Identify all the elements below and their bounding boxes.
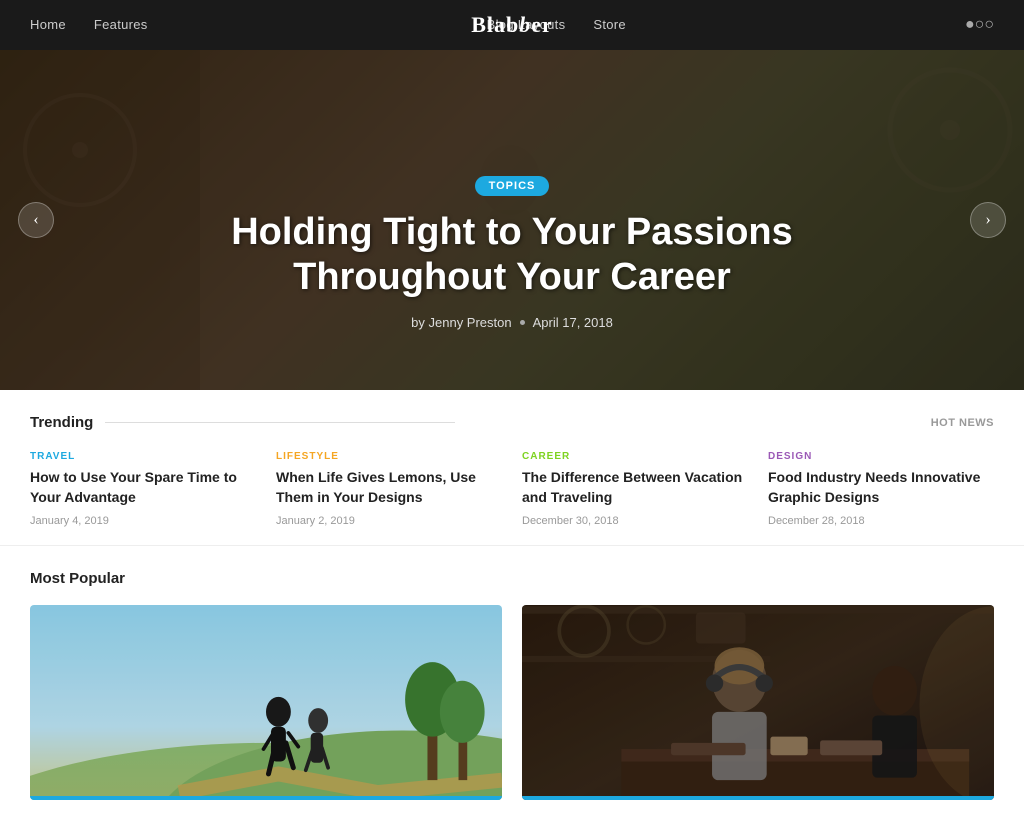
trending-item: LIFESTYLE When Life Gives Lemons, Use Th… <box>276 451 502 527</box>
card-indicator <box>30 796 502 800</box>
hot-news-label: HOT NEWS <box>931 417 994 429</box>
nav-item-store[interactable]: Store <box>593 16 626 34</box>
nav-links: Home Features <box>30 16 148 34</box>
hero-section: ‹ › TOPICS Holding Tight to Your Passion… <box>0 50 1024 390</box>
trending-category: LIFESTYLE <box>276 451 502 462</box>
site-logo[interactable]: Blabber <box>471 12 553 38</box>
popular-card[interactable] <box>30 605 502 800</box>
hero-meta-separator <box>520 320 525 325</box>
trending-item: CAREER The Difference Between Vacation a… <box>522 451 748 527</box>
hero-content: TOPICS Holding Tight to Your Passions Th… <box>0 176 1024 330</box>
trending-category: TRAVEL <box>30 451 256 462</box>
trending-header: Trending HOT NEWS <box>30 414 994 431</box>
trending-item: TRAVEL How to Use Your Spare Time to You… <box>30 451 256 527</box>
trending-item-title[interactable]: How to Use Your Spare Time to Your Advan… <box>30 468 256 507</box>
trending-item-title[interactable]: The Difference Between Vacation and Trav… <box>522 468 748 507</box>
trending-category: DESIGN <box>768 451 994 462</box>
trending-title: Trending <box>30 414 455 431</box>
trending-item-title[interactable]: When Life Gives Lemons, Use Them in Your… <box>276 468 502 507</box>
nav-search-area: ●○○ <box>965 16 994 34</box>
trending-item-date: January 4, 2019 <box>30 515 256 527</box>
most-popular-grid <box>30 605 994 800</box>
trending-section: Trending HOT NEWS TRAVEL How to Use Your… <box>0 390 1024 546</box>
hero-meta: by Jenny Preston April 17, 2018 <box>0 315 1024 330</box>
trending-item-title[interactable]: Food Industry Needs Innovative Graphic D… <box>768 468 994 507</box>
popular-card[interactable] <box>522 605 994 800</box>
hero-category-badge: TOPICS <box>475 176 550 196</box>
hero-author: by Jenny Preston <box>411 315 511 330</box>
card-indicator <box>522 796 994 800</box>
trending-item: DESIGN Food Industry Needs Innovative Gr… <box>768 451 994 527</box>
trending-category: CAREER <box>522 451 748 462</box>
most-popular-section: Most Popular <box>0 546 1024 824</box>
trending-grid: TRAVEL How to Use Your Spare Time to You… <box>30 451 994 527</box>
most-popular-title: Most Popular <box>30 570 994 587</box>
navigation: Home Features Blabber Blog Layouts Store… <box>0 0 1024 50</box>
trending-item-date: January 2, 2019 <box>276 515 502 527</box>
nav-item-features[interactable]: Features <box>94 16 148 34</box>
nav-item-home[interactable]: Home <box>30 16 66 34</box>
trending-item-date: December 28, 2018 <box>768 515 994 527</box>
search-icon[interactable]: ●○○ <box>965 16 994 34</box>
hero-date: April 17, 2018 <box>533 315 613 330</box>
trending-item-date: December 30, 2018 <box>522 515 748 527</box>
hero-title: Holding Tight to Your Passions Throughou… <box>0 210 1024 301</box>
